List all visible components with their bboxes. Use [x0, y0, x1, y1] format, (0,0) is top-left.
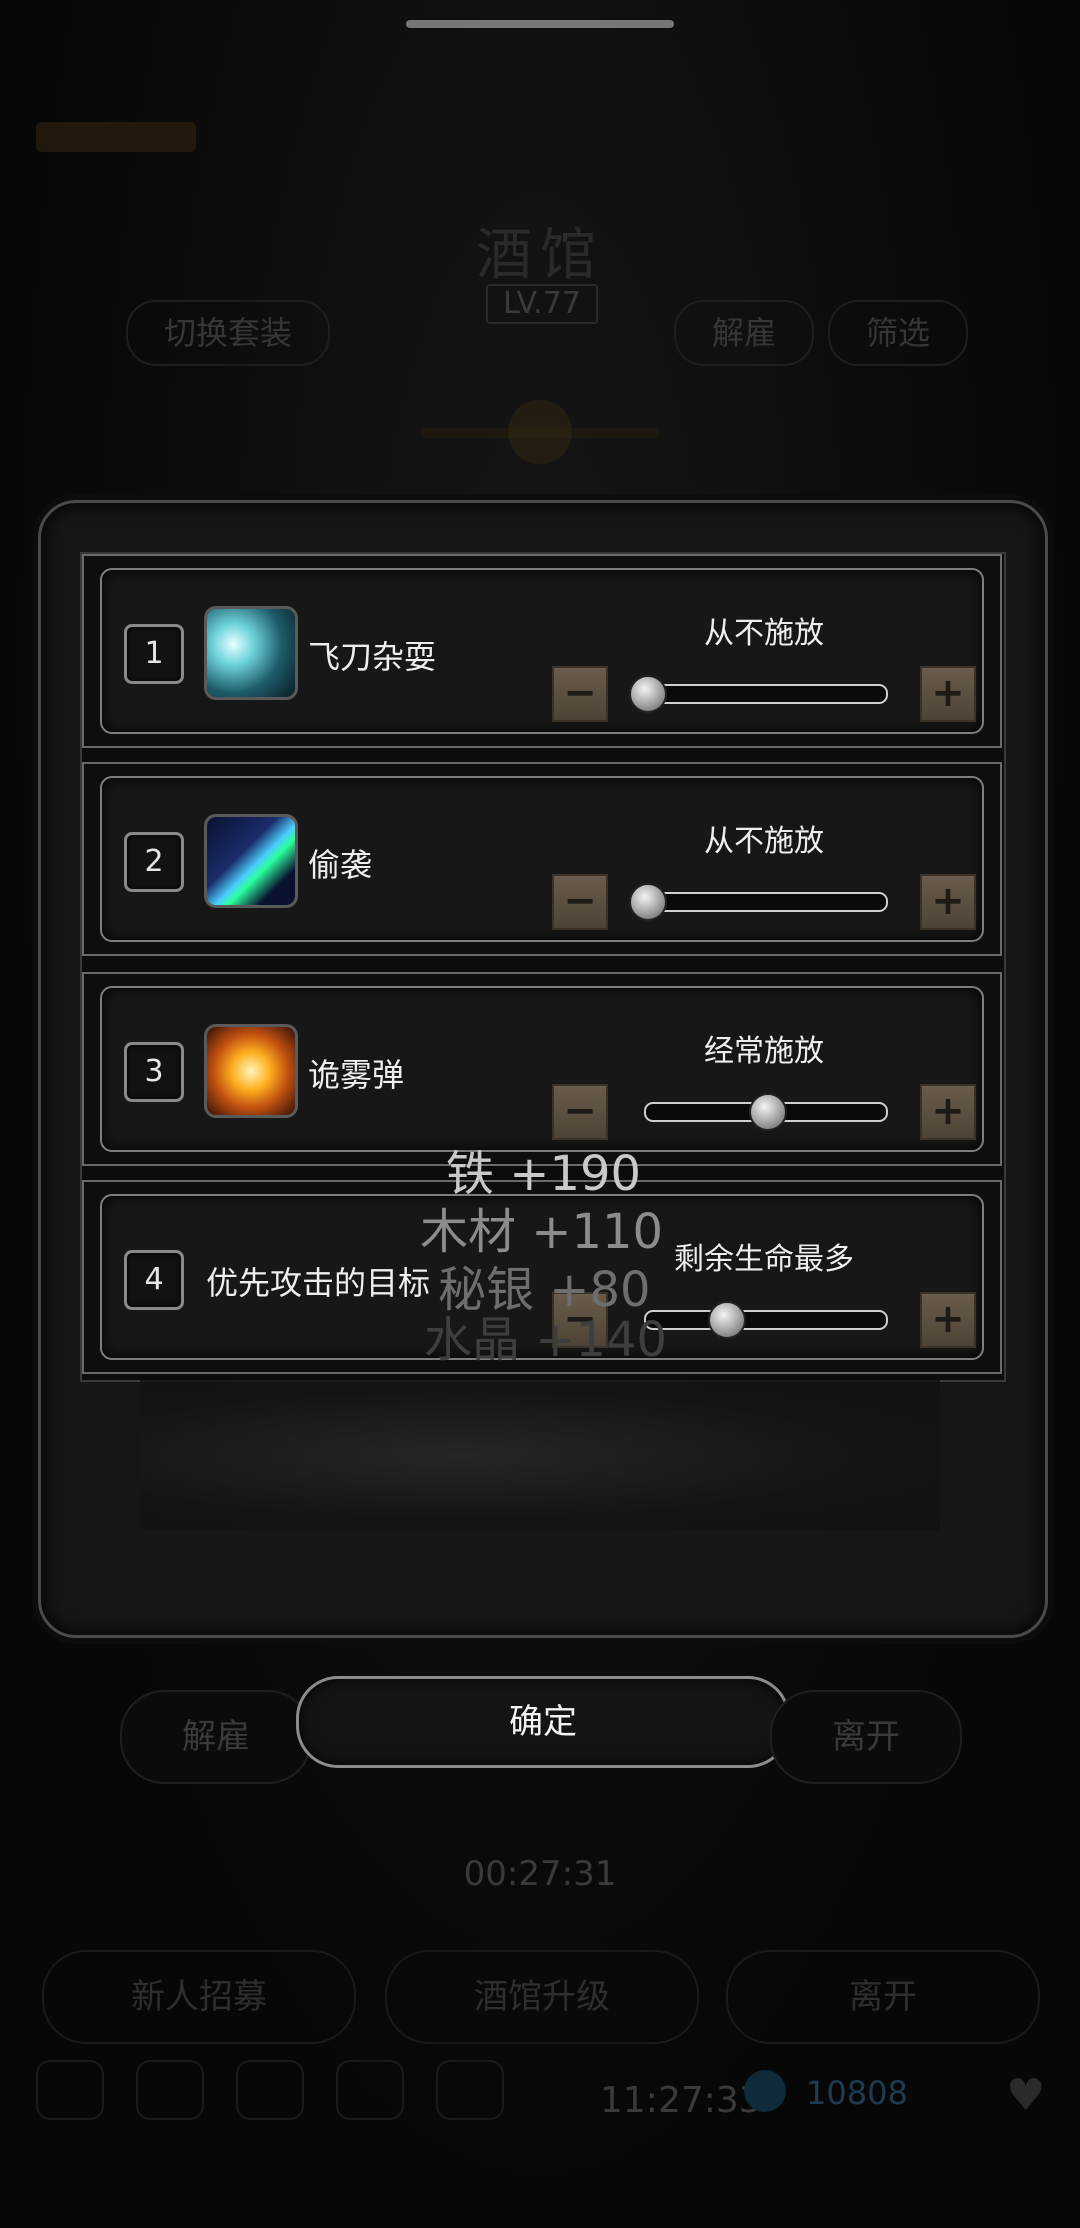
menu-icon-2 [136, 2060, 204, 2120]
cast-frequency-label: 从不施放 [704, 824, 824, 859]
slider-knob[interactable] [749, 1093, 787, 1131]
frequency-slider[interactable] [629, 883, 888, 921]
skill-name: 偷袭 [308, 846, 373, 884]
leave-button[interactable]: 离开 [770, 1690, 962, 1784]
skill-row-2: 2 偷袭 从不施放 − + [82, 762, 1002, 956]
slider-knob[interactable] [629, 675, 667, 713]
decrease-button[interactable]: − [552, 1084, 608, 1140]
skill-index: 3 [124, 1042, 184, 1102]
switch-set-button: 切换套装 [126, 300, 330, 366]
slider-knob[interactable] [708, 1301, 747, 1339]
bg-leave-button: 离开 [726, 1950, 1040, 2044]
menu-icon-4 [336, 2060, 404, 2120]
heart-icon: ♥ [1006, 2070, 1046, 2121]
slider-knob[interactable] [629, 883, 667, 921]
menu-icon-3 [236, 2060, 304, 2120]
fog-bomb-icon [204, 1024, 298, 1118]
row-index: 4 [124, 1250, 184, 1310]
game-logo [36, 122, 196, 152]
increase-button[interactable]: + [920, 874, 976, 930]
recruit-button: 新人招募 [42, 1950, 356, 2044]
screen-title: 酒馆 [476, 223, 604, 288]
upgrade-tavern-button: 酒馆升级 [385, 1950, 699, 2044]
target-priority-label: 优先攻击的目标 [206, 1264, 431, 1302]
home-indicator [406, 20, 674, 28]
frequency-slider[interactable] [644, 1093, 888, 1131]
cast-frequency-label: 经常施放 [704, 1034, 824, 1069]
skill-index: 1 [124, 624, 184, 684]
filter-button: 筛选 [828, 300, 968, 366]
dismiss-button[interactable]: 解雇 [120, 1690, 312, 1784]
skill-name: 飞刀杂耍 [308, 638, 437, 676]
decrease-button[interactable]: − [552, 666, 608, 722]
sneak-attack-icon [204, 814, 298, 908]
cast-frequency-label: 从不施放 [704, 616, 824, 651]
emblem-icon [508, 400, 572, 464]
confirm-button[interactable]: 确定 [296, 1676, 790, 1768]
skill-index: 2 [124, 832, 184, 892]
menu-icon-5 [436, 2060, 504, 2120]
increase-button[interactable]: + [920, 1292, 976, 1348]
clock: 11:27:33 [600, 2080, 762, 2121]
frequency-slider[interactable] [629, 675, 888, 713]
gem-count: 10808 [806, 2074, 908, 2112]
thrown-blade-icon [204, 606, 298, 700]
increase-button[interactable]: + [920, 666, 976, 722]
modal-scene-art [140, 1380, 940, 1530]
resource-gain-crystal: 水晶 +140 [424, 1312, 668, 1368]
tavern-level: LV.77 [486, 284, 598, 324]
menu-icon-1 [36, 2060, 104, 2120]
skill-name: 诡雾弹 [308, 1056, 405, 1094]
countdown-timer: 00:27:31 [463, 1854, 617, 1894]
increase-button[interactable]: + [920, 1084, 976, 1140]
bg-dismiss-button: 解雇 [674, 300, 814, 366]
decrease-button[interactable]: − [552, 874, 608, 930]
skill-row-1: 1 飞刀杂耍 从不施放 − + [82, 554, 1002, 748]
gem-icon [744, 2070, 786, 2112]
